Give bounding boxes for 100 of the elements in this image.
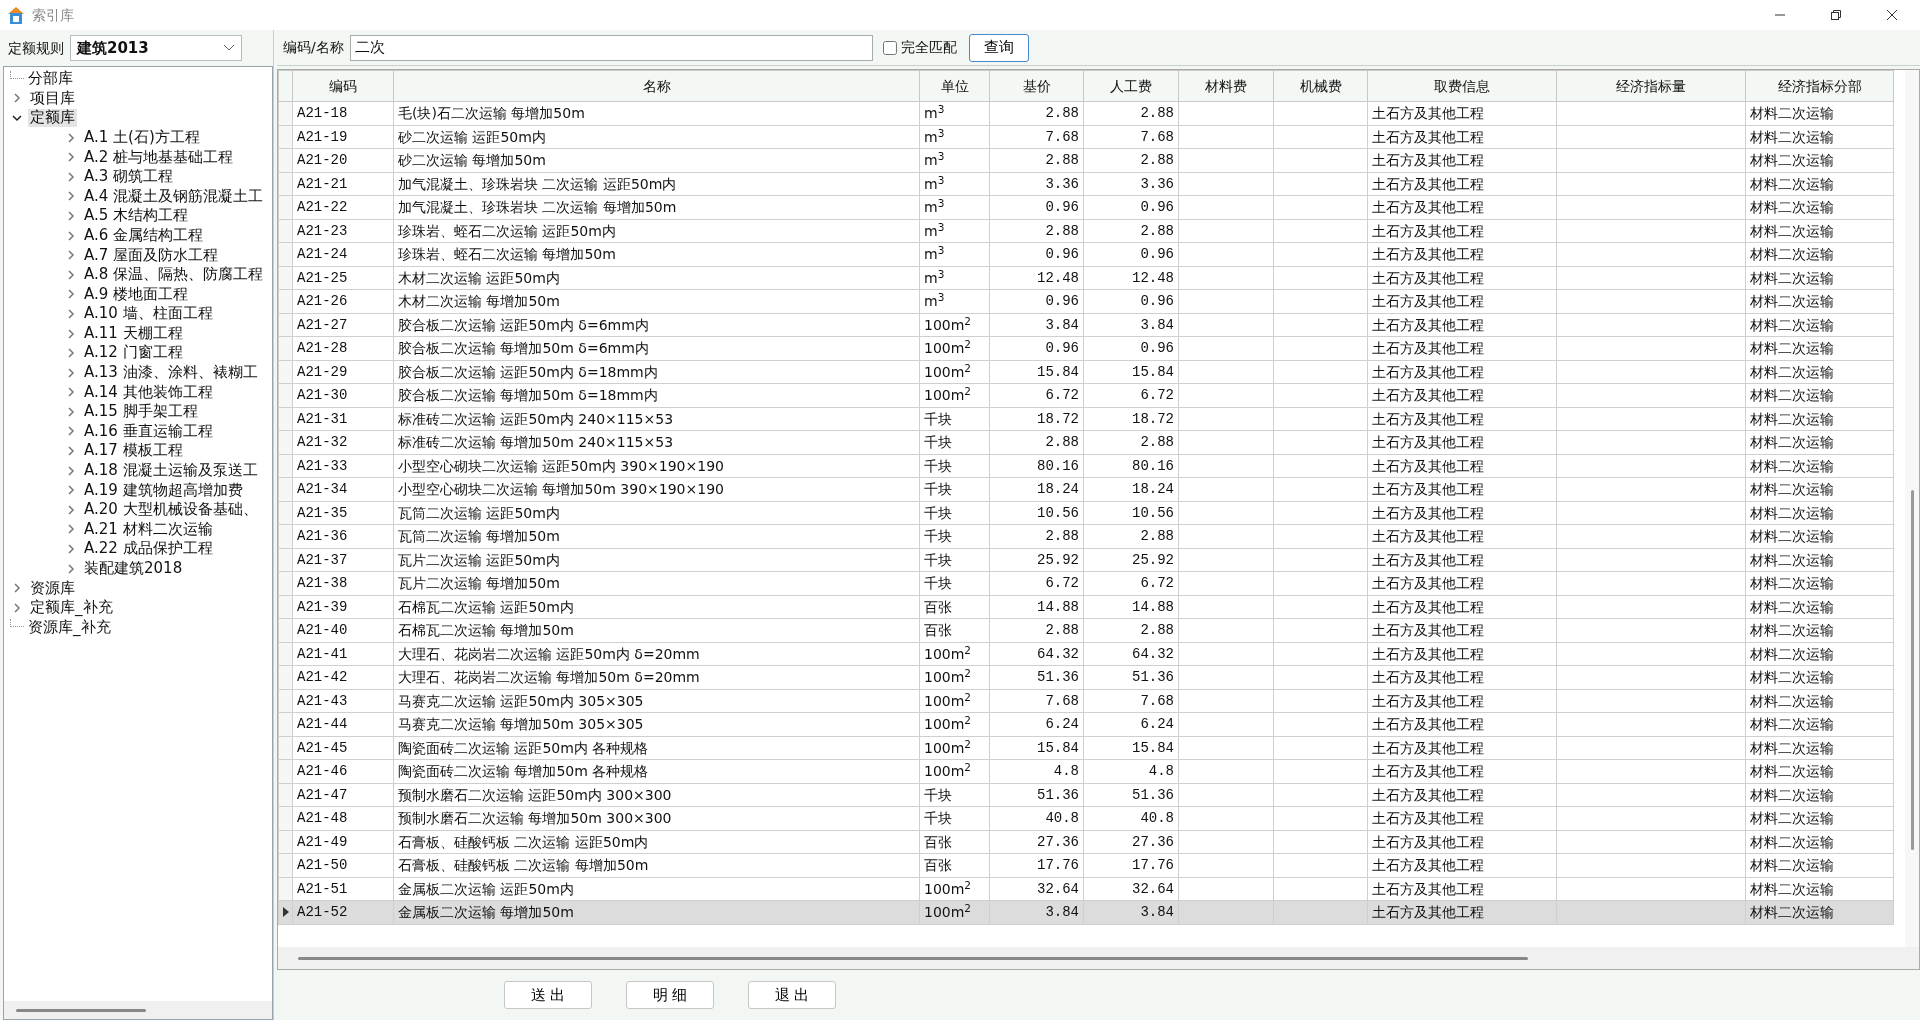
column-header[interactable]: 机械费 — [1273, 70, 1368, 102]
table-cell: A21-49 — [292, 830, 394, 854]
table-row[interactable]: A21-47 预制水磨石二次运输 运距50m内 300×300 千块 51.36 51.36 土石方及其他工程 材料二次运输 — [278, 783, 1894, 807]
tree-item[interactable]: A.18 混凝土运输及泵送工 — [82, 462, 260, 480]
table-row[interactable]: A21-23 珍珠岩、蛭石二次运输 运距50m内 m$^{3}$ 2.88 2.88 土石方及其他工程 材料二次运输 — [278, 219, 1894, 243]
table-row[interactable]: A21-36 瓦筒二次运输 每增加50m 千块 2.88 2.88 土石方及其他工程 材料二次运输 — [278, 524, 1894, 548]
table-row[interactable]: A21-27 胶合板二次运输 运距50m内 δ=6mm内 100m$^{2}$ 3.84 3.84 土石方及其他工程 材料二次运输 — [278, 313, 1894, 337]
table-cell: A21-20 — [292, 148, 394, 172]
table-cell: 80.16 — [1083, 454, 1179, 478]
tree-item[interactable]: A.22 成品保护工程 — [82, 540, 215, 558]
table-cell: 12.48 — [989, 266, 1084, 290]
table-cell: 土石方及其他工程 — [1367, 853, 1557, 877]
table-cell: 材料二次运输 — [1745, 266, 1894, 290]
table-cell: 51.36 — [1083, 665, 1179, 689]
rule-dropdown[interactable]: 建筑2013 — [70, 35, 242, 61]
checkbox[interactable] — [882, 40, 897, 55]
table-row[interactable]: A21-43 马赛克二次运输 运距50m内 305×305 100m$^{2}$ 7.68 7.68 土石方及其他工程 材料二次运输 — [278, 689, 1894, 713]
search-field[interactable]: 二次 — [349, 34, 873, 61]
column-header[interactable]: 经济指标量 — [1556, 70, 1746, 102]
column-header[interactable]: 人工费 — [1083, 70, 1179, 102]
column-header[interactable]: 单位 — [919, 70, 990, 102]
table-row[interactable]: A21-38 瓦片二次运输 每增加50m 千块 6.72 6.72 土石方及其他工程 材料二次运输 — [278, 571, 1894, 595]
tree-item[interactable]: A.19 建筑物超高增加费 — [82, 481, 245, 499]
column-header[interactable]: 编码 — [292, 70, 394, 102]
table-row[interactable]: A21-32 标准砖二次运输 每增加50m 240×115×53 千块 2.88 2.88 土石方及其他工程 材料二次运输 — [278, 430, 1894, 454]
tree-item[interactable]: 装配建筑2018 — [82, 560, 185, 578]
table-row[interactable]: A21-28 胶合板二次运输 每增加50m δ=6mm内 100m$^{2}$ 0.96 0.96 土石方及其他工程 材料二次运输 — [278, 336, 1894, 360]
column-header[interactable]: 名称 — [393, 70, 920, 102]
dialog-button[interactable]: 明 细 — [626, 981, 714, 1009]
table-cell: 石棉瓦二次运输 运距50m内 — [393, 595, 920, 619]
tree-item[interactable]: 项目库 — [28, 89, 77, 107]
tree-item[interactable]: A.15 脚手架工程 — [82, 403, 200, 421]
table-row[interactable]: A21-40 石棉瓦二次运输 每增加50m 百张 2.88 2.88 土石方及其他工程 材料二次运输 — [278, 618, 1894, 642]
dialog-button[interactable]: 送 出 — [504, 981, 592, 1009]
dialog-button[interactable]: 退 出 — [748, 981, 836, 1009]
tree-item[interactable]: 定额库 — [28, 109, 77, 127]
tree-item[interactable]: A.14 其他装饰工程 — [82, 383, 215, 401]
table-row[interactable]: A21-19 砂二次运输 运距50m内 m$^{3}$ 7.68 7.68 土石方及其他工程 材料二次运输 — [278, 125, 1894, 149]
table-row[interactable]: A21-21 加气混凝土、珍珠岩块 二次运输 运距50m内 m$^{3}$ 3.36 3.36 土石方及其他工程 材料二次运输 — [278, 172, 1894, 196]
table-row[interactable]: A21-29 胶合板二次运输 运距50m内 δ=18mm内 100m$^{2}$ 15.84 15.84 土石方及其他工程 材料二次运输 — [278, 360, 1894, 384]
table-cell: 0.96 — [1083, 336, 1179, 360]
table-cell: m$^{3}$ — [919, 148, 990, 172]
tree-item[interactable]: A.17 模板工程 — [82, 442, 185, 460]
tree-item[interactable]: A.6 金属结构工程 — [82, 226, 206, 245]
table-row[interactable]: A21-49 石膏板、硅酸钙板 二次运输 运距50m内 百张 27.36 27.36 土石方及其他工程 材料二次运输 — [278, 830, 1894, 854]
column-header[interactable]: 经济指标分部 — [1745, 70, 1894, 102]
checkbox-label[interactable]: 完全匹配 — [900, 37, 957, 58]
tree-item[interactable]: 定额库_补充 — [28, 599, 115, 617]
table-row[interactable]: A21-46 陶瓷面砖二次运输 每增加50m 各种规格 100m$^{2}$ 4.8 4.8 土石方及其他工程 材料二次运输 — [278, 759, 1894, 783]
table-cell: A21-37 — [292, 548, 394, 572]
table-row[interactable]: A21-44 马赛克二次运输 每增加50m 305×305 100m$^{2}$ 6.24 6.24 土石方及其他工程 材料二次运输 — [278, 712, 1894, 736]
table-row[interactable]: A21-52 金属板二次运输 每增加50m 100m$^{2}$ 3.84 3.84 土石方及其他工程 材料二次运输 — [278, 900, 1894, 924]
table-row[interactable]: A21-24 珍珠岩、蛭石二次运输 每增加50m m$^{3}$ 0.96 0.96 土石方及其他工程 材料二次运输 — [278, 242, 1894, 266]
tree-item[interactable]: A.1 土(石)方工程 — [82, 128, 202, 147]
tree-item[interactable]: A.4 混凝土及钢筋混凝土工 — [82, 187, 266, 205]
table-row[interactable]: A21-50 石膏板、硅酸钙板 二次运输 每增加50m 百张 17.76 17.76 土石方及其他工程 材料二次运输 — [278, 853, 1894, 877]
tree-item[interactable]: A.7 屋面及防水工程 — [82, 246, 221, 264]
table-row[interactable]: A21-51 金属板二次运输 运距50m内 100m$^{2}$ 32.64 32.64 土石方及其他工程 材料二次运输 — [278, 877, 1894, 901]
table-row[interactable]: A21-48 预制水磨石二次运输 每增加50m 300×300 千块 40.8 40.8 土石方及其他工程 材料二次运输 — [278, 806, 1894, 830]
table-row[interactable]: A21-42 大理石、花岗岩二次运输 每增加50m δ=20mm 100m$^{2}$ 51.36 51.36 土石方及其他工程 材料二次运输 — [278, 665, 1894, 689]
tree-item[interactable]: A.9 楼地面工程 — [82, 285, 191, 303]
tree-item[interactable]: 资源库 — [28, 579, 77, 597]
column-header[interactable]: 材料费 — [1178, 70, 1274, 102]
tree-item[interactable]: A.11 天棚工程 — [82, 324, 185, 343]
tree-item[interactable]: A.8 保温、隔热、防腐工程 — [82, 266, 266, 284]
table-row[interactable]: A21-20 砂二次运输 每增加50m m$^{3}$ 2.88 2.88 土石方及其他工程 材料二次运输 — [278, 148, 1894, 172]
tree-item[interactable]: A.20 大型机械设备基础、 — [82, 501, 260, 519]
tree-item[interactable]: A.3 砌筑工程 — [82, 168, 176, 186]
table-row[interactable]: A21-34 小型空心砌块二次运输 每增加50m 390×190×190 千块 18.24 18.24 土石方及其他工程 材料二次运输 — [278, 477, 1894, 501]
tree-item[interactable]: A.2 桩与地基基础工程 — [82, 148, 236, 166]
table-cell: 6.24 — [1083, 712, 1179, 736]
table-cell: 瓦片二次运输 每增加50m — [393, 571, 920, 595]
table-row[interactable]: A21-33 小型空心砌块二次运输 运距50m内 390×190×190 千块 80.16 80.16 土石方及其他工程 材料二次运输 — [278, 454, 1894, 478]
table-row[interactable]: A21-26 木材二次运输 每增加50m m$^{3}$ 0.96 0.96 土石方及其他工程 材料二次运输 — [278, 289, 1894, 313]
table-row[interactable]: A21-39 石棉瓦二次运输 运距50m内 百张 14.88 14.88 土石方及其他工程 材料二次运输 — [278, 595, 1894, 619]
table-row[interactable]: A21-25 木材二次运输 运距50m内 m$^{3}$ 12.48 12.48 土石方及其他工程 材料二次运输 — [278, 266, 1894, 290]
table-row[interactable]: A21-45 陶瓷面砖二次运输 运距50m内 各种规格 100m$^{2}$ 15.84 15.84 土石方及其他工程 材料二次运输 — [278, 736, 1894, 760]
tree-item[interactable]: 资源库_补充 — [26, 618, 113, 637]
table-row[interactable]: A21-37 瓦片二次运输 运距50m内 千块 25.92 25.92 土石方及其他工程 材料二次运输 — [278, 548, 1894, 572]
tree-item[interactable]: 分部库 — [26, 70, 75, 88]
table-row[interactable]: A21-35 瓦筒二次运输 运距50m内 千块 10.56 10.56 土石方及其他工程 材料二次运输 — [278, 501, 1894, 525]
tree-item[interactable]: A.13 油漆、涂料、裱糊工 — [82, 364, 260, 382]
tree-item[interactable]: A.5 木结构工程 — [82, 207, 191, 225]
table-row[interactable]: A21-22 加气混凝土、珍珠岩块 二次运输 每增加50m m$^{3}$ 0.96 0.96 土石方及其他工程 材料二次运输 — [278, 195, 1894, 219]
vertical-scrollbar[interactable] — [1905, 70, 1919, 947]
tree-item[interactable]: A.21 材料二次运输 — [82, 520, 215, 539]
tree-item[interactable]: A.10 墙、柱面工程 — [82, 305, 215, 323]
column-header[interactable]: 取费信息 — [1367, 70, 1557, 102]
query-button[interactable]: 查询 — [968, 33, 1029, 62]
horizontal-scrollbar[interactable] — [278, 947, 1919, 969]
tree-item[interactable]: A.16 垂直运输工程 — [82, 422, 215, 441]
horizontal-scrollbar[interactable] — [4, 1001, 272, 1019]
column-header[interactable]: 基价 — [989, 70, 1084, 102]
table-row[interactable]: A21-30 胶合板二次运输 每增加50m δ=18mm内 100m$^{2}$ 6.72 6.72 土石方及其他工程 材料二次运输 — [278, 383, 1894, 407]
table-row[interactable]: A21-18 毛(块)石二次运输 每增加50m m$^{3}$ 2.88 2.88 土石方及其他工程 材料二次运输 — [278, 101, 1894, 125]
table-row[interactable]: A21-41 大理石、花岗岩二次运输 运距50m内 δ=20mm 100m$^{2}$ 64.32 64.32 土石方及其他工程 材料二次运输 — [278, 642, 1894, 666]
tree-item[interactable]: A.12 门窗工程 — [82, 344, 185, 362]
table-cell: 100m$^{2}$ — [919, 759, 990, 783]
table-row[interactable]: A21-31 标准砖二次运输 运距50m内 240×115×53 千块 18.72 18.72 土石方及其他工程 材料二次运输 — [278, 407, 1894, 431]
table-cell: 胶合板二次运输 运距50m内 δ=6mm内 — [393, 313, 920, 337]
